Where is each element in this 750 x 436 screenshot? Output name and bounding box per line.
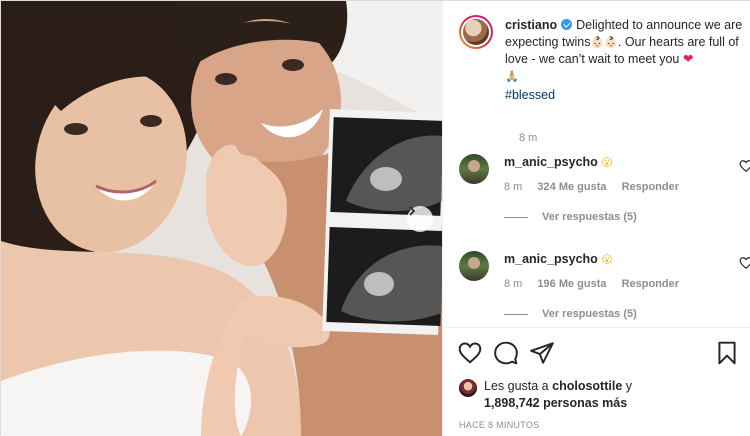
couple-ultrasound-photo <box>1 1 442 436</box>
likes-prefix: Les gusta a <box>484 379 549 393</box>
heart-emoji-icon: ❤ <box>682 51 694 66</box>
liker-avatar[interactable] <box>459 379 477 397</box>
commenter-avatar[interactable] <box>459 154 489 184</box>
comments-section[interactable]: cristiano Delighted to announce we are ex… <box>443 1 750 327</box>
commenter-username[interactable]: m_anic_psycho <box>504 252 598 266</box>
likes-summary: Les gusta a cholosottile y 1,898,742 per… <box>459 378 744 412</box>
replies-divider <box>504 313 528 315</box>
comment-heart-icon[interactable] <box>739 159 750 173</box>
carousel-next-button[interactable] <box>407 206 433 232</box>
author-username[interactable]: cristiano <box>505 18 557 32</box>
caption-timestamp: 8 m <box>519 132 538 144</box>
comment-likes-count[interactable]: 324 Me gusta <box>537 181 606 193</box>
likes-text: Les gusta a cholosottile y 1,898,742 per… <box>484 378 632 412</box>
heart-outline-icon[interactable] <box>457 340 483 366</box>
surprised-emoji-icon: 😮 <box>601 156 613 169</box>
replies-divider <box>504 216 528 218</box>
verified-badge-icon <box>561 19 573 30</box>
view-replies-label: Ver respuestas (5) <box>542 308 637 320</box>
likes-conjunction: y <box>625 379 633 393</box>
baby-emoji-icon: 👶🏻👶🏻 <box>590 35 618 49</box>
author-avatar[interactable] <box>459 15 493 49</box>
view-replies-label: Ver respuestas (5) <box>542 211 637 223</box>
hashtag-link[interactable]: #blessed <box>505 87 747 104</box>
comment-likes-count[interactable]: 196 Me gusta <box>537 278 606 290</box>
paper-plane-icon[interactable] <box>529 340 555 366</box>
comment-time: 8 m <box>504 181 523 193</box>
comment-bubble-icon[interactable] <box>493 340 519 366</box>
instagram-post: cristiano Delighted to announce we are ex… <box>0 0 750 436</box>
comment-time: 8 m <box>504 278 523 290</box>
commenter-avatar[interactable] <box>459 251 489 281</box>
bookmark-icon[interactable] <box>714 340 740 366</box>
comment-item: m_anic_psycho 😮 8 m 196 Me gusta Respond… <box>459 251 750 327</box>
view-replies-link[interactable]: Ver respuestas (5) <box>504 211 637 223</box>
view-replies-link[interactable]: Ver respuestas (5) <box>504 308 637 320</box>
comment-text: m_anic_psycho 😮 <box>504 154 613 171</box>
comment-item: m_anic_psycho 😮 8 m 324 Me gusta Respond… <box>459 154 750 234</box>
comment-text: m_anic_psycho 😮 <box>504 251 613 268</box>
comment-meta: 8 m 196 Me gusta Responder <box>504 278 691 290</box>
commenter-username[interactable]: m_anic_psycho <box>504 155 598 169</box>
caption-text: cristiano Delighted to announce we are ex… <box>505 17 747 104</box>
reply-button[interactable]: Responder <box>622 181 679 193</box>
post-sidebar: cristiano Delighted to announce we are ex… <box>442 1 750 436</box>
comment-meta: 8 m 324 Me gusta Responder <box>504 181 691 193</box>
post-photo[interactable] <box>1 1 442 436</box>
post-actions: Les gusta a cholosottile y 1,898,742 per… <box>443 327 750 436</box>
pray-emoji-icon: 🙏🏼 <box>505 69 519 83</box>
post-timestamp: HACE 8 MINUTOS <box>459 420 540 430</box>
chevron-right-icon <box>409 206 416 216</box>
reply-button[interactable]: Responder <box>622 278 679 290</box>
likes-count[interactable]: 1,898,742 personas más <box>484 396 627 410</box>
liker-username[interactable]: cholosottile <box>552 379 622 393</box>
surprised-emoji-icon: 😮 <box>601 253 613 266</box>
comment-heart-icon[interactable] <box>739 256 750 270</box>
